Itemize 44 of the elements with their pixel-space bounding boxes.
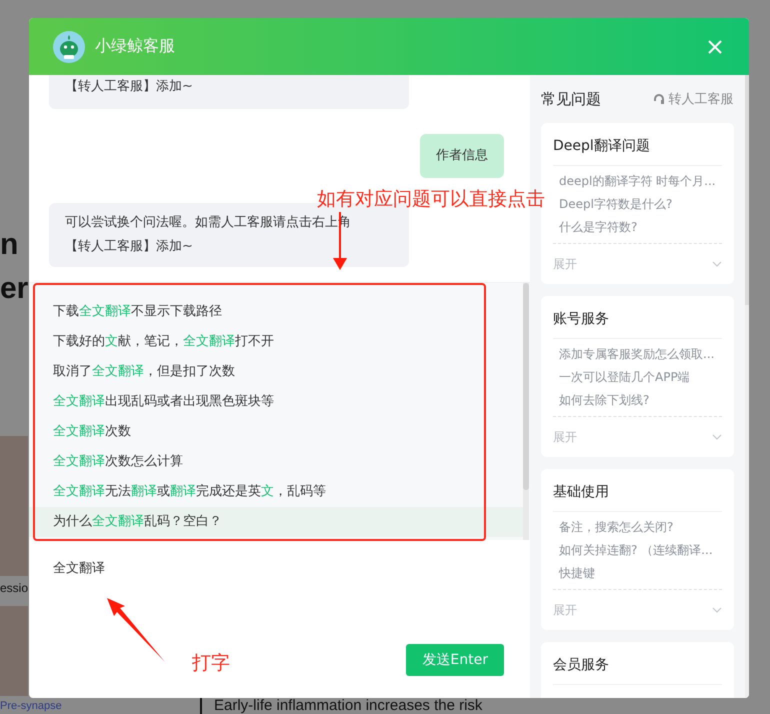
faq-question[interactable]: deepl的翻译字符 时每个月... [553, 170, 722, 193]
suggestion-item[interactable]: 全文翻译次数怎么计算 [29, 447, 523, 477]
user-message: 作者信息 [420, 134, 504, 178]
faq-question[interactable]: 快捷键 [553, 562, 722, 585]
faq-question[interactable]: 如何关掉连翻? （连续翻译... [553, 539, 722, 562]
message-input[interactable]: 全文翻译 [53, 560, 353, 575]
card-title: 基础使用 [553, 469, 722, 512]
headset-icon[interactable] [652, 93, 665, 105]
scrollbar-thumb[interactable] [523, 283, 529, 490]
chevron-down-icon[interactable] [712, 261, 722, 267]
dialog-title: 小绿鲸客服 [95, 36, 176, 57]
background-text: n [0, 228, 18, 261]
card-title: Deepl翻译问题 [553, 123, 722, 166]
faq-question[interactable]: 一次可以登陆几个APP端 [553, 366, 722, 389]
faq-question[interactable]: Deepl字符数是什么? [553, 193, 722, 216]
mascot-avatar-icon [53, 30, 85, 62]
suggestion-item[interactable]: 下载全文翻译不显示下载路径 [29, 297, 523, 327]
suggestion-item[interactable]: 全文翻译出现乱码或者出现黑色斑块等 [29, 387, 523, 417]
bot-message: 【转人工客服】添加~ [49, 75, 409, 109]
suggestion-item[interactable]: 全文翻译次数 [29, 417, 523, 447]
expand-link[interactable]: 展开 [553, 602, 577, 618]
faq-question[interactable]: 备注，搜索怎么关闭? [553, 516, 722, 539]
expand-link[interactable]: 展开 [553, 256, 577, 272]
card-title: 会员服务 [553, 642, 722, 685]
sidebar-title: 常见问题 [541, 90, 601, 108]
card-title: 账号服务 [553, 296, 722, 339]
suggestion-item[interactable]: 取消了全文翻译，但是扣了次数 [29, 357, 523, 387]
scrollbar-thumb[interactable] [744, 75, 749, 305]
suggestion-item[interactable]: 下载好的文献，笔记，全文翻译打不开 [29, 327, 523, 357]
human-service-link[interactable]: 转人工客服 [652, 90, 734, 108]
annotation-text: 打字 [192, 651, 230, 676]
expand-link[interactable]: 展开 [553, 428, 577, 446]
background-headline: Early-life inflammation increases the risk [214, 698, 482, 714]
faq-question[interactable]: 如何去除下划线? [553, 389, 722, 412]
background-text: er [0, 272, 28, 305]
background-text: essio [0, 582, 28, 596]
background-text: Pre-synapse [0, 700, 62, 712]
chevron-down-icon[interactable] [712, 434, 722, 440]
send-button[interactable]: 发送Enter [406, 644, 504, 676]
suggestion-item[interactable]: 全文翻译无法翻译或翻译完成还是英文，乱码等 [29, 477, 523, 507]
faq-question[interactable]: 添加专属客服奖励怎么领取... [553, 343, 722, 366]
faq-question[interactable]: 什么是字符数? [553, 216, 722, 239]
suggestion-item[interactable]: 为什么全文翻译乱码？空白？ [29, 507, 523, 537]
chevron-down-icon[interactable] [712, 607, 722, 613]
